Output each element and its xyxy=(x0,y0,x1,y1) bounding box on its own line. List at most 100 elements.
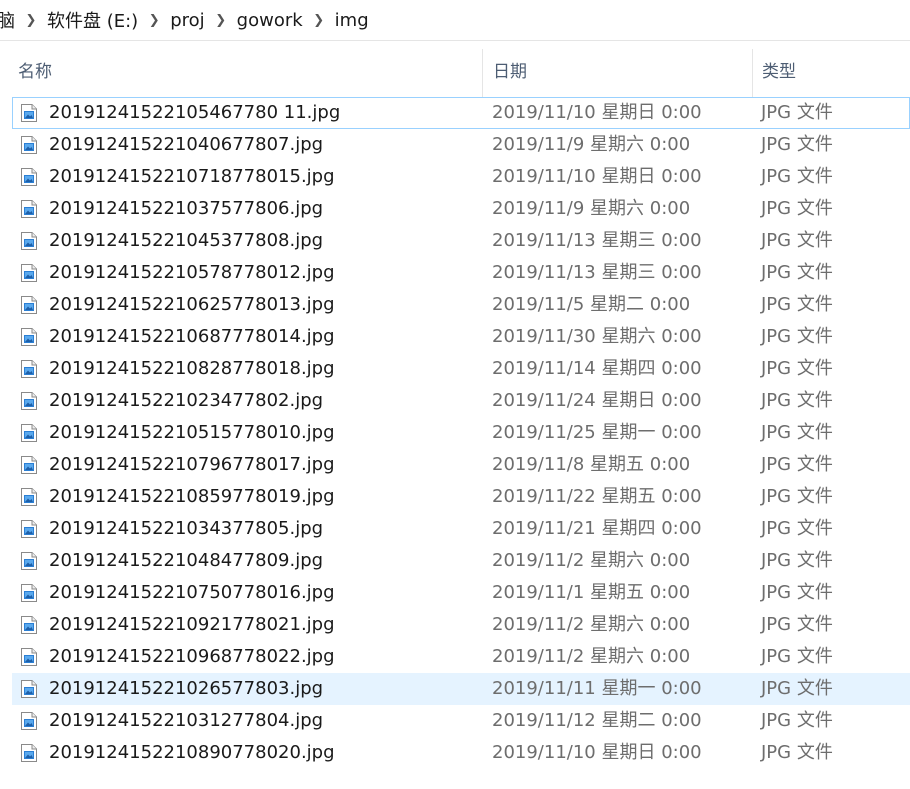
jpg-file-icon xyxy=(21,264,37,282)
file-date: 2019/11/13 星期三 0:00 xyxy=(492,262,702,283)
file-date: 2019/11/2 星期六 0:00 xyxy=(492,550,691,571)
column-divider[interactable] xyxy=(482,49,483,97)
file-row[interactable]: 20191241522105467780 11.jpg 2019/11/10 星期… xyxy=(12,97,910,129)
jpg-file-icon xyxy=(21,520,37,538)
column-header-date-label: 日期 xyxy=(493,61,527,82)
file-name: 2019124152210625778013.jpg xyxy=(49,294,335,315)
file-date: 2019/11/2 星期六 0:00 xyxy=(492,614,691,635)
file-type: JPG 文件 xyxy=(761,550,833,571)
jpg-file-icon xyxy=(21,296,37,314)
file-type: JPG 文件 xyxy=(761,166,833,187)
file-date: 2019/11/14 星期四 0:00 xyxy=(492,358,702,379)
file-date: 2019/11/30 星期六 0:00 xyxy=(492,326,702,347)
file-type: JPG 文件 xyxy=(761,742,833,763)
file-date: 2019/11/22 星期五 0:00 xyxy=(492,486,702,507)
file-date: 2019/11/13 星期三 0:00 xyxy=(492,230,702,251)
file-date: 2019/11/2 星期六 0:00 xyxy=(492,646,691,667)
column-header-type[interactable]: 类型 xyxy=(762,41,910,97)
file-name: 2019124152210859778019.jpg xyxy=(49,486,335,507)
file-name: 201912415221026577803.jpg xyxy=(49,678,324,699)
file-type: JPG 文件 xyxy=(761,518,833,539)
file-name: 201912415221023477802.jpg xyxy=(49,390,324,411)
file-row[interactable]: 201912415221037577806.jpg 2019/11/9 星期六 0… xyxy=(12,193,910,225)
file-row[interactable]: 2019124152210515778010.jpg 2019/11/25 星期一… xyxy=(12,417,910,449)
file-row[interactable]: 2019124152210968778022.jpg 2019/11/2 星期六 … xyxy=(12,641,910,673)
file-type: JPG 文件 xyxy=(761,358,833,379)
chevron-right-icon[interactable]: ❯ xyxy=(141,13,167,28)
file-date: 2019/11/24 星期日 0:00 xyxy=(492,390,702,411)
file-row[interactable]: 201912415221031277804.jpg 2019/11/12 星期二 … xyxy=(12,705,910,737)
file-name: 2019124152210890778020.jpg xyxy=(49,742,335,763)
file-row[interactable]: 201912415221034377805.jpg 2019/11/21 星期四 … xyxy=(12,513,910,545)
file-list: 20191241522105467780 11.jpg 2019/11/10 星期… xyxy=(12,97,910,769)
file-date: 2019/11/21 星期四 0:00 xyxy=(492,518,702,539)
file-name: 201912415221034377805.jpg xyxy=(49,518,324,539)
jpg-file-icon xyxy=(21,712,37,730)
chevron-right-icon[interactable]: ❯ xyxy=(306,13,332,28)
breadcrumb-item-drive-e[interactable]: 软件盘 (E:) xyxy=(44,7,141,33)
file-row[interactable]: 2019124152210687778014.jpg 2019/11/30 星期六… xyxy=(12,321,910,353)
file-type: JPG 文件 xyxy=(761,454,833,475)
breadcrumb-item-proj[interactable]: proj xyxy=(167,10,207,31)
file-name: 2019124152210515778010.jpg xyxy=(49,422,335,443)
file-name: 201912415221045377808.jpg xyxy=(49,230,324,251)
file-type: JPG 文件 xyxy=(761,102,833,123)
jpg-file-icon xyxy=(21,136,37,154)
jpg-file-icon xyxy=(21,744,37,762)
file-type: JPG 文件 xyxy=(761,646,833,667)
file-name: 2019124152210718778015.jpg xyxy=(49,166,335,187)
file-name: 201912415221037577806.jpg xyxy=(49,198,324,219)
breadcrumb-item-computer[interactable]: 脑 xyxy=(0,7,18,33)
file-row[interactable]: 2019124152210921778021.jpg 2019/11/2 星期六 … xyxy=(12,609,910,641)
file-row[interactable]: 2019124152210625778013.jpg 2019/11/5 星期二 … xyxy=(12,289,910,321)
file-row[interactable]: 2019124152210859778019.jpg 2019/11/22 星期五… xyxy=(12,481,910,513)
file-type: JPG 文件 xyxy=(761,582,833,603)
file-type: JPG 文件 xyxy=(761,294,833,315)
jpg-file-icon xyxy=(21,552,37,570)
jpg-file-icon xyxy=(21,232,37,250)
jpg-file-icon xyxy=(21,488,37,506)
file-date: 2019/11/10 星期日 0:00 xyxy=(492,166,702,187)
file-type: JPG 文件 xyxy=(761,678,833,699)
file-row[interactable]: 201912415221045377808.jpg 2019/11/13 星期三 … xyxy=(12,225,910,257)
file-row[interactable]: 2019124152210578778012.jpg 2019/11/13 星期三… xyxy=(12,257,910,289)
chevron-right-icon[interactable]: ❯ xyxy=(18,13,44,28)
column-header-date[interactable]: 日期 xyxy=(493,41,751,97)
file-type: JPG 文件 xyxy=(761,326,833,347)
file-name: 2019124152210828778018.jpg xyxy=(49,358,335,379)
file-row[interactable]: 201912415221023477802.jpg 2019/11/24 星期日 … xyxy=(12,385,910,417)
file-row[interactable]: 201912415221026577803.jpg 2019/11/11 星期一 … xyxy=(12,673,910,705)
column-header-name[interactable]: 名称 xyxy=(18,41,480,97)
file-row[interactable]: 2019124152210718778015.jpg 2019/11/10 星期日… xyxy=(12,161,910,193)
file-type: JPG 文件 xyxy=(761,422,833,443)
file-type: JPG 文件 xyxy=(761,614,833,635)
breadcrumb-item-img[interactable]: img xyxy=(332,10,372,31)
file-row[interactable]: 201912415221040677807.jpg 2019/11/9 星期六 0… xyxy=(12,129,910,161)
file-date: 2019/11/9 星期六 0:00 xyxy=(492,198,691,219)
jpg-file-icon xyxy=(21,680,37,698)
jpg-file-icon xyxy=(21,392,37,410)
file-row[interactable]: 2019124152210828778018.jpg 2019/11/14 星期四… xyxy=(12,353,910,385)
file-name: 2019124152210796778017.jpg xyxy=(49,454,335,475)
file-date: 2019/11/5 星期二 0:00 xyxy=(492,294,691,315)
jpg-file-icon xyxy=(21,168,37,186)
chevron-right-icon[interactable]: ❯ xyxy=(208,13,234,28)
column-header-row: 名称 日期 类型 xyxy=(0,41,910,97)
file-type: JPG 文件 xyxy=(761,710,833,731)
file-row[interactable]: 2019124152210890778020.jpg 2019/11/10 星期日… xyxy=(12,737,910,769)
breadcrumb: 脑 ❯ 软件盘 (E:) ❯ proj ❯ gowork ❯ img xyxy=(0,0,910,41)
breadcrumb-item-gowork[interactable]: gowork xyxy=(234,10,306,31)
jpg-file-icon xyxy=(21,200,37,218)
file-row[interactable]: 2019124152210796778017.jpg 2019/11/8 星期五 … xyxy=(12,449,910,481)
column-divider[interactable] xyxy=(752,49,753,97)
file-date: 2019/11/8 星期五 0:00 xyxy=(492,454,691,475)
file-name: 2019124152210578778012.jpg xyxy=(49,262,335,283)
file-name: 2019124152210687778014.jpg xyxy=(49,326,335,347)
file-name: 20191241522105467780 11.jpg xyxy=(49,102,341,123)
file-date: 2019/11/10 星期日 0:00 xyxy=(492,742,702,763)
jpg-file-icon xyxy=(21,424,37,442)
file-row[interactable]: 2019124152210750778016.jpg 2019/11/1 星期五 … xyxy=(12,577,910,609)
file-date: 2019/11/11 星期一 0:00 xyxy=(492,678,702,699)
file-name: 201912415221031277804.jpg xyxy=(49,710,324,731)
file-row[interactable]: 201912415221048477809.jpg 2019/11/2 星期六 0… xyxy=(12,545,910,577)
